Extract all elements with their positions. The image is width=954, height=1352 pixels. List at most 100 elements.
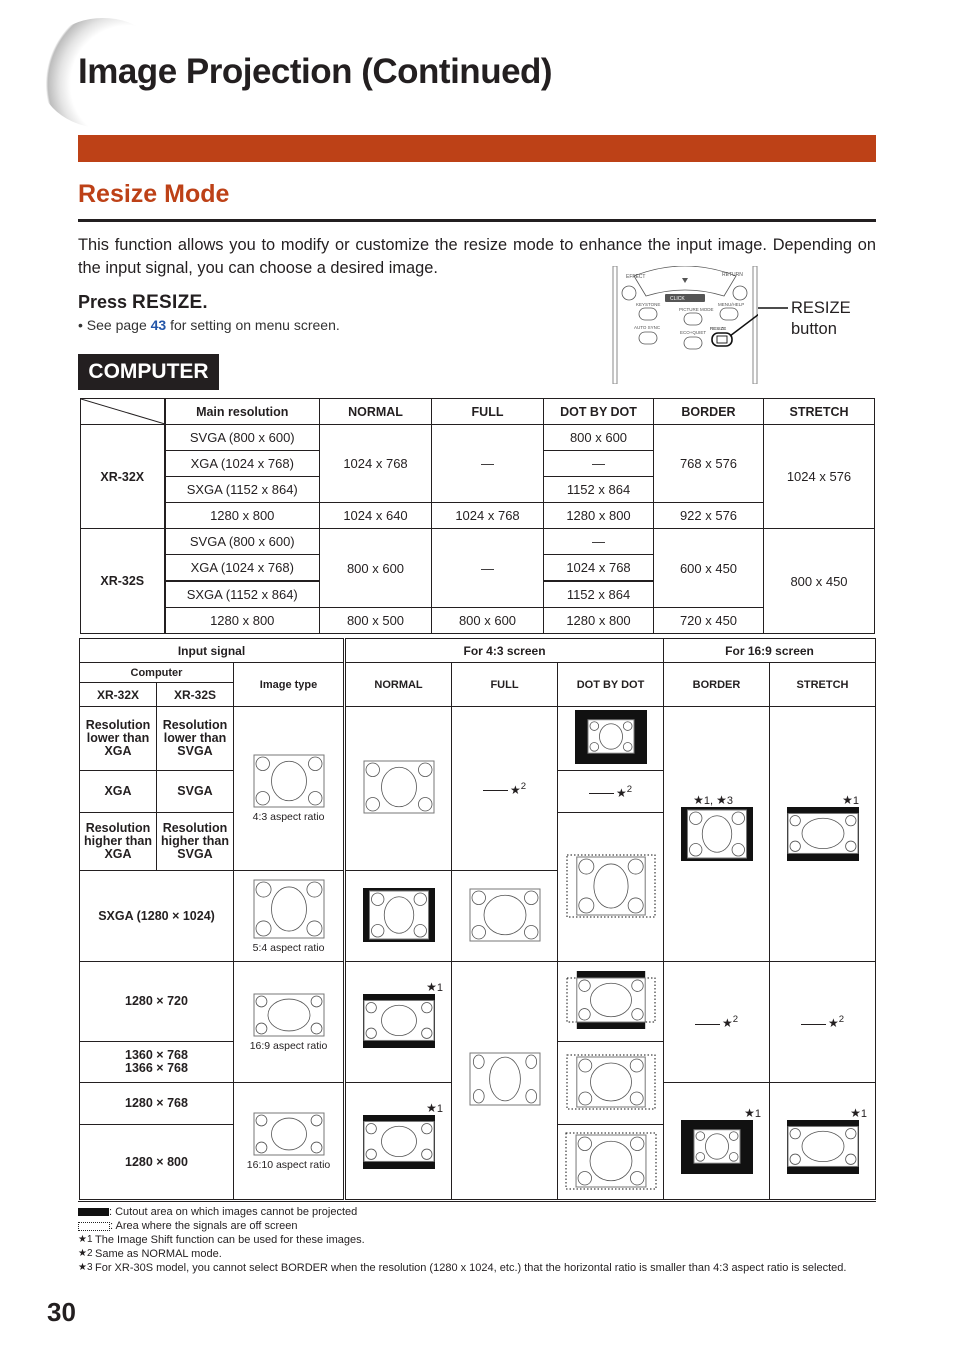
header-dot-by-dot: DOT BY DOT (557, 662, 665, 707)
model-xr32s: XR-32S (80, 528, 165, 634)
main-resolution: SVGA (800 x 600) (163, 424, 320, 451)
full-16-9 (451, 961, 559, 1200)
stretch-16-10: ★1 (769, 1082, 877, 1200)
page-title: Image Projection (Continued) (78, 52, 553, 91)
press-resize-instruction: Press RESIZE. (78, 292, 208, 314)
stretch-4-3: ★1 (769, 706, 877, 962)
same-as-normal-dash (694, 1023, 720, 1025)
model-xr32x: XR-32X (80, 424, 165, 529)
footnote-ref: 1, (703, 795, 717, 807)
full-5-4 (451, 870, 559, 962)
aspect-5-4-icon (253, 879, 324, 938)
main-resolution: SXGA (1152 x 864) (163, 580, 320, 608)
dot-720 (557, 961, 665, 1042)
resize-button-callout: RESIZE button (791, 298, 851, 340)
border-16-9: ★2 (663, 961, 771, 1083)
star-icon: ★ (509, 782, 521, 797)
press-suffix: . (202, 292, 208, 312)
dot-value: — (543, 528, 654, 555)
dot-value: 1152 x 864 (543, 476, 654, 503)
footnote-mark-2: ★2 (78, 1248, 93, 1259)
dot-by-dot-offscreen-icon (566, 854, 656, 917)
normal-5-4 (343, 870, 453, 962)
star-icon: ★ (693, 793, 704, 807)
callout-line-1: RESIZE (791, 299, 851, 317)
resize-button-highlight (711, 332, 733, 347)
remote-label-picture-mode: PICTURE MODE (679, 307, 714, 312)
table-row: 1280 x 800 1024 x 640 1024 x 768 1280 x … (81, 502, 875, 529)
bullet-suffix: for setting on menu screen. (166, 317, 340, 333)
image-type-16-10: 16:10 aspect ratio (232, 1082, 346, 1200)
header-full: FULL (451, 662, 559, 707)
dot-value: 1280 x 800 (543, 502, 654, 529)
normal-16-10: ★1 (343, 1082, 453, 1200)
star-icon: ★ (426, 1101, 437, 1115)
aspect-4-3-icon (253, 754, 324, 808)
image-type-4-3: 4:3 aspect ratio (232, 706, 346, 871)
main-resolution: XGA (1024 x 768) (163, 554, 320, 582)
footnote-ref: 1 (852, 795, 860, 807)
normal-pillar-icon (362, 887, 435, 942)
stretch-value: 1024 x 576 (763, 424, 875, 529)
col-header-dot-by-dot: DOT BY DOT (543, 398, 654, 425)
cutout-swatch (78, 1208, 109, 1216)
row-1280x768: 1280 × 768 (79, 1082, 234, 1125)
remote-label-menu-help: MENU/HELP (718, 302, 744, 307)
table-row: XR-32S SVGA (800 x 600) 800 x 600 — — 60… (80, 528, 875, 634)
row-1360-1366x768: 1360 × 768 1366 × 768 (79, 1041, 234, 1083)
footnote-1: The Image Shift function can be used for… (95, 1234, 365, 1246)
header-normal: NORMAL (343, 662, 453, 707)
dot-by-dot-boxed-icon (574, 710, 647, 764)
footnote-ref: 2 (838, 1014, 845, 1026)
resize-key: RESIZE (132, 292, 203, 313)
legend: : Cutout area on which images cannot be … (78, 1201, 876, 1275)
col-header-border: BORDER (653, 398, 764, 425)
full-value: 1024 x 768 (431, 502, 544, 529)
star-icon: ★ (426, 980, 437, 994)
header-computer: Computer (79, 662, 234, 683)
dot-mid: ★2 (557, 770, 665, 813)
stretch-letterbox-icon (786, 807, 859, 861)
row-high-xr32x: Resolution higher than XGA (79, 812, 157, 871)
star-icon: ★ (744, 1105, 755, 1120)
remote-label-eco-quiet: ECO+QUIET (680, 330, 706, 335)
aspect-16-9-icon (253, 993, 324, 1036)
section-divider (78, 219, 876, 222)
row-mid-xr32s: SVGA (156, 770, 234, 813)
header-xr32x: XR-32X (79, 682, 157, 707)
dot-by-dot-offscreen-icon (565, 1132, 657, 1189)
footnote-ref: 2 (520, 780, 527, 792)
header-input-signal: Input signal (78, 638, 346, 663)
footnote-ref: 3 (726, 795, 734, 807)
stretch-letterbox-icon (786, 1119, 859, 1174)
border-boxed-icon (680, 1119, 753, 1174)
stretch-16-9: ★2 (769, 961, 877, 1083)
star-icon: ★ (827, 1015, 839, 1030)
page-link[interactable]: 43 (151, 317, 167, 333)
full-4-3: ★2 (451, 706, 559, 871)
row-sxga: SXGA (1280 × 1024) (79, 870, 234, 962)
aspect-16-10-icon (253, 1112, 324, 1155)
section-bar (78, 135, 876, 162)
legend-cutout: : Cutout area on which images cannot be … (109, 1206, 358, 1218)
row-1280x800: 1280 × 800 (79, 1124, 234, 1200)
col-header-full: FULL (431, 398, 544, 425)
header-xr32s: XR-32S (156, 682, 234, 707)
dot-by-dot-offscreen-icon (566, 1054, 656, 1109)
image-type-16-9: 16:9 aspect ratio (232, 961, 346, 1083)
see-page-note: • See page 43 for setting on menu screen… (78, 317, 340, 333)
col-header-stretch: STRETCH (763, 398, 875, 425)
same-as-normal-dash (588, 793, 614, 795)
table-row: XR-32X SVGA (800 x 600) 1024 x 768 — 800… (80, 424, 875, 529)
normal-4-3 (343, 706, 453, 871)
dot-high (557, 812, 665, 962)
bullet-prefix: • See page (78, 317, 151, 333)
row-high-xr32s: Resolution higher than SVGA (156, 812, 234, 871)
offscreen-swatch (78, 1222, 110, 1231)
border-pillarbox-icon (680, 807, 753, 861)
dot-value: 1024 x 768 (543, 554, 654, 582)
main-resolution: SVGA (800 x 600) (163, 528, 320, 555)
normal-value: 1024 x 640 (319, 502, 432, 529)
border-value: 768 x 576 (653, 424, 764, 503)
header-for-16-9-screen: For 16:9 screen (663, 638, 877, 663)
